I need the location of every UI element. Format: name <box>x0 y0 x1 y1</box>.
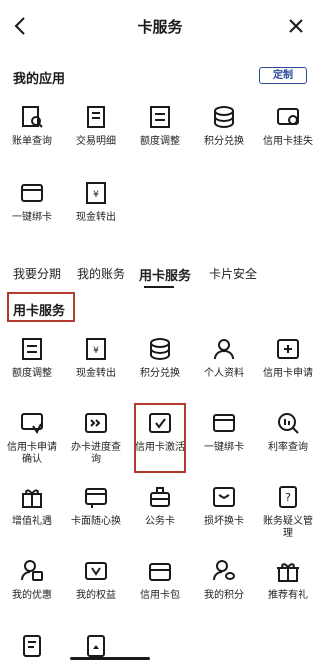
service-item-label: 交易明细 <box>76 136 116 147</box>
service-item[interactable]: 增值礼遇 <box>0 484 64 528</box>
service-item[interactable]: 我的权益 <box>64 558 128 602</box>
service-item-label: 账单查询 <box>12 136 52 147</box>
svg-text:¥: ¥ <box>93 346 99 356</box>
rate-query-icon <box>278 413 299 434</box>
service-item[interactable]: 交易明细 <box>64 104 128 148</box>
service-item[interactable]: 额度调整 <box>128 104 192 148</box>
service-item[interactable]: 损坏换卡 <box>192 484 256 528</box>
cash-out-icon: ¥ <box>86 338 106 360</box>
service-item-label: 推荐有礼 <box>268 590 308 601</box>
customize-button[interactable]: 定制 <box>259 67 307 84</box>
bind-card-icon <box>21 184 43 202</box>
service-item-label: 一键绑卡 <box>204 442 244 453</box>
service-item-label: 积分兑换 <box>204 136 244 147</box>
service-item[interactable]: 信用卡包 <box>128 558 192 602</box>
my-discount-icon <box>21 560 43 581</box>
service-item-label: 我的积分 <box>204 590 244 601</box>
page-title: 卡服务 <box>137 18 183 36</box>
replace-card-icon <box>213 487 235 507</box>
apply-confirm-icon <box>21 413 43 434</box>
service-item[interactable]: 信用卡申请 <box>256 336 320 380</box>
transaction-detail-icon <box>87 106 105 128</box>
business-card-icon <box>150 487 170 507</box>
active-tab-indicator <box>144 286 174 288</box>
service-item[interactable]: 办卡进度查询 <box>64 410 128 466</box>
service-item[interactable]: 额度调整 <box>0 336 64 380</box>
bill-search-icon <box>22 106 43 128</box>
service-item[interactable]: 积分兑换 <box>128 336 192 380</box>
tab-my-account[interactable]: 我的账务 <box>77 265 125 282</box>
tab-installment[interactable]: 我要分期 <box>13 265 61 282</box>
bind-card-icon <box>213 414 235 432</box>
card-face-icon <box>85 488 107 508</box>
limit-adjust-icon <box>150 106 170 128</box>
my-points-icon <box>213 560 235 581</box>
service-item[interactable]: 信用卡申请确认 <box>0 410 64 466</box>
dispute-icon: ? <box>279 486 297 508</box>
tab-card-service[interactable]: 用卡服务 <box>139 265 191 284</box>
service-item-label: 账务疑义管理 <box>263 516 313 539</box>
close-icon[interactable] <box>286 16 306 36</box>
service-item[interactable]: 推荐有礼 <box>256 558 320 602</box>
service-item[interactable]: 账单查询 <box>0 104 64 148</box>
points-exchange-icon <box>214 106 234 129</box>
profile-icon <box>214 339 234 360</box>
activate-highlight-box <box>134 403 186 473</box>
my-apps-heading: 我的应用 <box>13 72 66 87</box>
limit-adjust-icon <box>22 338 42 360</box>
service-item-label: 卡面随心换 <box>71 516 121 527</box>
service-item-label: 信用卡包 <box>140 590 180 601</box>
service-item-label: 我的权益 <box>76 590 116 601</box>
cash-out-icon: ¥ <box>86 182 106 204</box>
progress-query-icon <box>85 413 107 433</box>
svg-text:?: ? <box>285 491 291 504</box>
service-item[interactable]: ¥ 现金转出 <box>64 336 128 380</box>
service-item-label: 信用卡申请 <box>263 368 313 379</box>
service-item-label: 公务卡 <box>145 516 175 527</box>
gift-icon <box>22 489 42 508</box>
service-item-label: 信用卡申请确认 <box>7 442 57 465</box>
my-rights-icon <box>85 562 107 580</box>
service-item[interactable]: 积分兑换 <box>192 104 256 148</box>
service-item-label: 一键绑卡 <box>12 212 52 223</box>
tab-card-security[interactable]: 卡片安全 <box>209 265 257 282</box>
service-item[interactable]: 一键绑卡 <box>0 180 64 224</box>
card-wallet-icon <box>149 563 171 581</box>
service-item[interactable]: ¥ 现金转出 <box>64 180 128 224</box>
service-item-label: 损坏换卡 <box>204 516 244 527</box>
service-item[interactable]: 个人资料 <box>192 336 256 380</box>
service-item-label: 额度调整 <box>140 136 180 147</box>
report-loss-icon <box>277 108 299 125</box>
service-item-label: 积分兑换 <box>140 368 180 379</box>
service-item[interactable]: 利率查询 <box>256 410 320 454</box>
service-item-label: 增值礼遇 <box>12 516 52 527</box>
card-apply-icon <box>277 339 299 359</box>
service-item-label: 信用卡挂失 <box>263 136 313 147</box>
service-item-label: 现金转出 <box>76 212 116 223</box>
document-icon[interactable] <box>85 634 107 658</box>
service-item-label: 现金转出 <box>76 368 116 379</box>
svg-text:¥: ¥ <box>93 190 99 200</box>
referral-gift-icon <box>277 563 299 582</box>
service-item[interactable]: 我的积分 <box>192 558 256 602</box>
top-bar: 卡服务 <box>0 0 320 52</box>
service-item-label: 我的优惠 <box>12 590 52 601</box>
service-item[interactable]: ? 账务疑义管理 <box>256 484 320 540</box>
document-icon[interactable] <box>21 634 43 658</box>
card-service-heading: 用卡服务 <box>13 304 66 319</box>
home-indicator <box>70 657 150 660</box>
service-item-label: 个人资料 <box>204 368 244 379</box>
service-item[interactable]: 信用卡挂失 <box>256 104 320 148</box>
service-item-label: 额度调整 <box>12 368 52 379</box>
service-item[interactable]: 公务卡 <box>128 484 192 528</box>
service-item-label: 利率查询 <box>268 442 308 453</box>
service-item[interactable]: 一键绑卡 <box>192 410 256 454</box>
service-item-label: 办卡进度查询 <box>71 442 121 465</box>
service-item[interactable]: 我的优惠 <box>0 558 64 602</box>
points-exchange-icon <box>150 338 170 361</box>
service-item[interactable]: 卡面随心换 <box>64 484 128 528</box>
